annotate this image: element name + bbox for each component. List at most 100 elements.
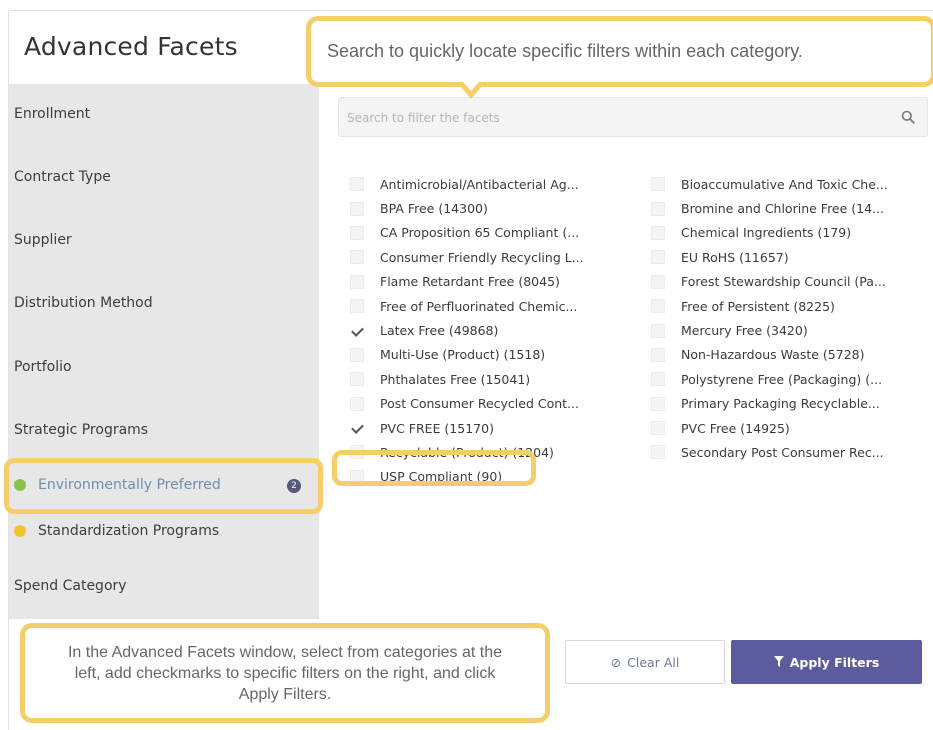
selected-count-badge: 2: [287, 479, 301, 493]
facet-option[interactable]: EU RoHS (11657): [651, 245, 888, 269]
instructions-text: In the Advanced Facets window, select fr…: [67, 643, 502, 703]
facet-option[interactable]: Chemical Ingredients (179): [651, 221, 888, 245]
facet-checkbox[interactable]: [350, 177, 364, 192]
facet-checkbox[interactable]: [651, 421, 665, 436]
sidebar-item-environmentally-preferred[interactable]: Environmentally Preferred: [14, 477, 221, 493]
category-indicator-icon: [14, 525, 26, 537]
facet-label: USP Compliant (90): [380, 469, 503, 485]
facet-checkbox[interactable]: [651, 177, 665, 192]
sidebar-item-label: Strategic Programs: [14, 422, 149, 438]
sidebar-item-strategic-programs[interactable]: Strategic Programs: [14, 422, 148, 438]
callout-pointer-fill: [463, 82, 479, 91]
facet-option[interactable]: Non-Hazardous Waste (5728): [651, 343, 888, 367]
facet-label: Recyclable (Product) (1204): [380, 444, 554, 460]
sidebar-item-label: Supplier: [14, 232, 72, 248]
facet-label: Polystyrene Free (Packaging) (...: [681, 371, 883, 387]
facet-checkbox[interactable]: [651, 372, 665, 387]
clear-icon: ⊘: [610, 654, 622, 670]
facet-checkbox[interactable]: [350, 274, 364, 289]
facet-label: Free of Perfluorinated Chemic...: [380, 298, 578, 314]
facet-option[interactable]: Bioaccumulative And Toxic Che...: [651, 172, 888, 196]
facet-checkbox[interactable]: [651, 347, 665, 362]
facet-checkbox[interactable]: [350, 299, 364, 314]
sidebar-item-label: Spend Category: [14, 578, 127, 594]
facet-label: Free of Persistent (8225): [681, 298, 835, 314]
facet-option[interactable]: CA Proposition 65 Compliant (...: [350, 221, 584, 245]
facet-option[interactable]: PVC Free (14925): [651, 416, 888, 440]
facet-option[interactable]: Latex Free (49868): [350, 318, 584, 342]
sidebar-item-label: Contract Type: [14, 169, 111, 185]
facet-option[interactable]: Bromine and Chlorine Free (14...: [651, 196, 888, 220]
facet-label: EU RoHS (11657): [681, 249, 789, 265]
facet-checkbox-checked[interactable]: [350, 421, 364, 435]
facet-checkbox[interactable]: [350, 225, 364, 240]
facet-checkbox[interactable]: [651, 201, 665, 216]
facet-option[interactable]: USP Compliant (90): [350, 465, 584, 489]
facet-checkbox[interactable]: [350, 201, 364, 216]
facet-option[interactable]: Free of Perfluorinated Chemic...: [350, 294, 584, 318]
facet-option[interactable]: Secondary Post Consumer Rec...: [651, 440, 888, 464]
facet-column-left: Antimicrobial/Antibacterial Ag... BPA Fre…: [350, 172, 584, 489]
facet-checkbox[interactable]: [651, 274, 665, 289]
facet-label: Bromine and Chlorine Free (14...: [681, 201, 884, 217]
sidebar-item-spend-category[interactable]: Spend Category: [14, 578, 127, 594]
page-title: Advanced Facets: [24, 32, 238, 61]
facet-label: Chemical Ingredients (179): [681, 225, 852, 241]
sidebar-item-contract-type[interactable]: Contract Type: [14, 169, 111, 185]
instructions-callout: In the Advanced Facets window, select fr…: [20, 623, 550, 723]
facet-checkbox[interactable]: [350, 396, 364, 411]
facet-search-input[interactable]: [339, 98, 889, 138]
facet-option[interactable]: Polystyrene Free (Packaging) (...: [651, 367, 888, 391]
facet-checkbox[interactable]: [350, 445, 364, 460]
facet-option[interactable]: Primary Packaging Recyclable...: [651, 392, 888, 416]
apply-filters-label: Apply Filters: [789, 654, 880, 670]
sidebar-item-enrollment[interactable]: Enrollment: [14, 106, 90, 122]
filter-icon: [773, 655, 784, 670]
facet-option[interactable]: BPA Free (14300): [350, 196, 584, 220]
facet-label: Forest Stewardship Council (Pa...: [681, 274, 886, 290]
sidebar-item-label: Environmentally Preferred: [38, 477, 221, 493]
facet-checkbox[interactable]: [651, 445, 665, 460]
facet-checkbox[interactable]: [651, 323, 665, 338]
facet-label: PVC Free (14925): [681, 420, 790, 436]
sidebar-item-portfolio[interactable]: Portfolio: [14, 359, 72, 375]
facet-option[interactable]: Phthalates Free (15041): [350, 367, 584, 391]
facet-option[interactable]: Post Consumer Recycled Cont...: [350, 392, 584, 416]
facet-option[interactable]: Forest Stewardship Council (Pa...: [651, 270, 888, 294]
facet-checkbox[interactable]: [350, 250, 364, 265]
sidebar-item-label: Enrollment: [14, 106, 91, 122]
facet-checkbox[interactable]: [651, 299, 665, 314]
facet-option[interactable]: PVC FREE (15170): [350, 416, 584, 440]
search-icon[interactable]: [901, 110, 915, 124]
facet-checkbox-checked[interactable]: [350, 324, 364, 338]
facet-checkbox[interactable]: [651, 250, 665, 265]
facet-checkbox[interactable]: [350, 347, 364, 362]
facet-checkbox[interactable]: [651, 225, 665, 240]
facet-column-right: Bioaccumulative And Toxic Che... Bromine …: [651, 172, 888, 465]
sidebar-item-supplier[interactable]: Supplier: [14, 232, 72, 248]
facet-option[interactable]: Free of Persistent (8225): [651, 294, 888, 318]
facet-checkbox[interactable]: [651, 396, 665, 411]
category-indicator-icon: [14, 479, 26, 491]
facet-option[interactable]: Mercury Free (3420): [651, 318, 888, 342]
facet-label: CA Proposition 65 Compliant (...: [380, 225, 580, 241]
sidebar-item-distribution-method[interactable]: Distribution Method: [14, 295, 153, 311]
facet-label: Bioaccumulative And Toxic Che...: [681, 176, 888, 192]
clear-all-button[interactable]: ⊘ Clear All: [565, 640, 725, 684]
facet-label: Multi-Use (Product) (1518): [380, 347, 546, 363]
facet-label: Phthalates Free (15041): [380, 371, 531, 387]
facet-label: Flame Retardant Free (8045): [380, 274, 560, 290]
facet-label: Post Consumer Recycled Cont...: [380, 396, 579, 412]
facet-option[interactable]: Flame Retardant Free (8045): [350, 270, 584, 294]
facet-option[interactable]: Consumer Friendly Recycling L...: [350, 245, 584, 269]
facet-option[interactable]: Multi-Use (Product) (1518): [350, 343, 584, 367]
facet-label: Non-Hazardous Waste (5728): [681, 347, 865, 363]
sidebar-item-standardization-programs[interactable]: Standardization Programs: [14, 523, 219, 539]
sidebar-item-label: Distribution Method: [14, 295, 153, 311]
search-tip-callout: Search to quickly locate specific filter…: [306, 16, 933, 99]
facet-option[interactable]: Recyclable (Product) (1204): [350, 440, 584, 464]
facet-checkbox[interactable]: [350, 469, 364, 484]
apply-filters-button[interactable]: Apply Filters: [731, 640, 922, 684]
facet-option[interactable]: Antimicrobial/Antibacterial Ag...: [350, 172, 584, 196]
facet-checkbox[interactable]: [350, 372, 364, 387]
